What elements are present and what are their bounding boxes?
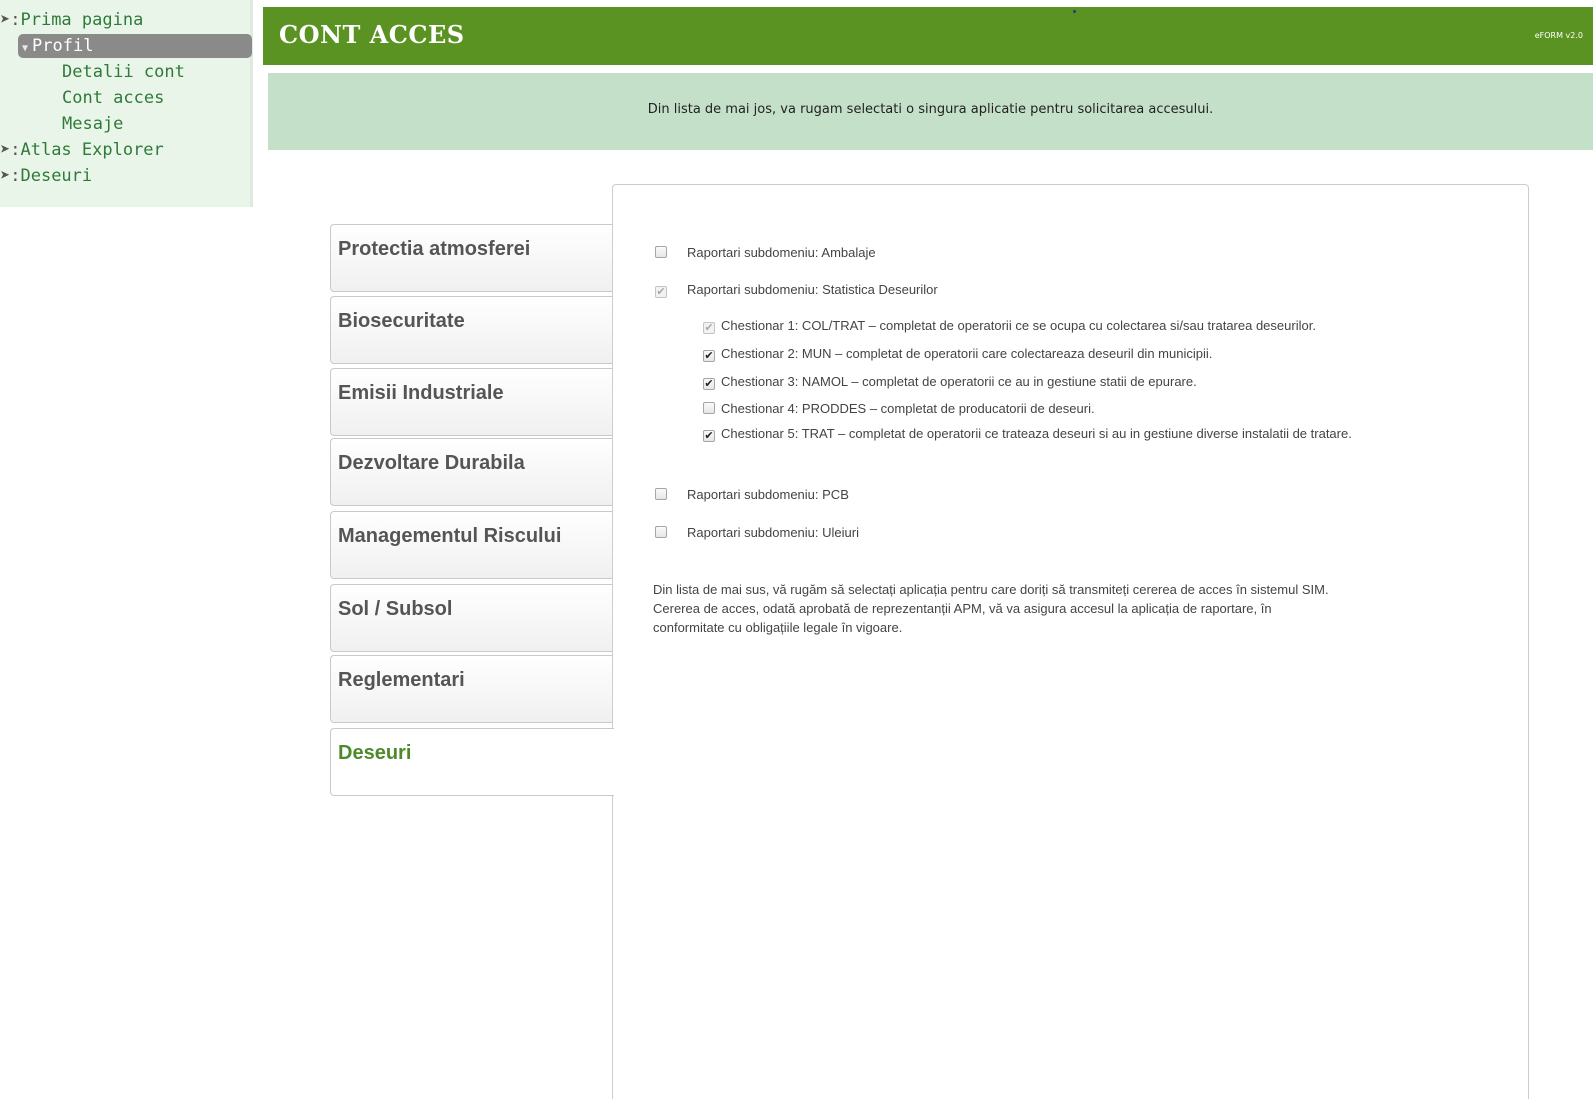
instruction-banner: Din lista de mai jos, va rugam selectati… [268,73,1593,150]
checkbox[interactable] [655,488,667,500]
checkbox-checked[interactable]: ✔ [655,286,667,298]
nav-arrow-icon: ➤: [0,10,21,30]
note-line: Din lista de mai sus, vă rugăm să select… [653,582,1329,597]
tab-reglementari[interactable]: Reglementari [330,655,613,723]
option-label: Raportari subdomeniu: Uleiuri [687,525,859,540]
nav-item-deseuri[interactable]: ➤:Deseuri [0,164,92,188]
nav-item-mesaje[interactable]: Mesaje [62,112,123,136]
tab-managementul-riscului[interactable]: Managementul Riscului [330,511,613,579]
left-navigation: ➤:Prima pagina ▼ Profil Detalii cont Cont… [0,0,253,207]
checkbox-checked[interactable]: ✔ [703,378,715,390]
nav-item-cont-acces[interactable]: Cont acces [62,86,164,110]
option-label: Raportari subdomeniu: Ambalaje [687,245,876,260]
nav-item-atlas-explorer[interactable]: ➤:Atlas Explorer [0,138,164,162]
tab-sol-subsol[interactable]: Sol / Subsol [330,584,613,652]
checkbox[interactable] [703,402,715,414]
page-title: CONT ACCES [279,20,465,49]
instruction-text: Din lista de mai jos, va rugam selectati… [647,102,1214,117]
sub-option-chestionar-3[interactable]: ✔ Chestionar 3: NAMOL – completat de oper… [703,374,1197,390]
nav-arrow-icon: ➤: [0,166,21,186]
checkbox-checked[interactable]: ✔ [703,350,715,362]
nav-item-profil[interactable]: ▼ Profil [18,34,252,58]
checkbox-checked[interactable]: ✔ [703,322,715,334]
app-version: eFORM v2.0 [1534,31,1583,40]
option-pcb[interactable]: Raportari subdomeniu: PCB [655,487,849,502]
tab-dezvoltare-durabila[interactable]: Dezvoltare Durabila [330,438,613,506]
checkbox[interactable] [655,526,667,538]
content-panel: Raportari subdomeniu: Ambalaje ✔ Raportar… [612,184,1529,1099]
note-line: Cererea de acces, odată aprobată de repr… [653,601,1272,616]
nav-item-label: Prima pagina [20,10,144,30]
option-statistica-deseurilor[interactable]: ✔ Raportari subdomeniu: Statistica Deseur… [655,282,938,298]
nav-arrow-icon: ➤: [0,140,21,160]
option-uleiuri[interactable]: Raportari subdomeniu: Uleiuri [655,525,859,540]
nav-item-label: Profil [32,36,94,56]
tab-deseuri[interactable]: Deseuri [330,728,614,796]
note-line: conformitate cu obligațiile legale în vi… [653,620,903,635]
nav-item-detalii-cont[interactable]: Detalii cont [62,60,185,84]
nav-item-label: Atlas Explorer [20,140,164,160]
page-header: CONT ACCES eFORM v2.0 [263,7,1593,65]
option-label: Chestionar 2: MUN – completat de operato… [721,346,1213,361]
option-label: Chestionar 3: NAMOL – completat de opera… [721,374,1197,389]
caret-down-icon: ▼ [22,43,29,54]
sub-option-chestionar-1[interactable]: ✔ Chestionar 1: COL/TRAT – completat de o… [703,318,1316,334]
option-label: Chestionar 1: COL/TRAT – completat de op… [721,318,1316,333]
option-label: Raportari subdomeniu: PCB [687,487,849,502]
sub-option-chestionar-5[interactable]: ✔ Chestionar 5: TRAT – completat de opera… [703,423,1463,445]
sub-option-chestionar-4[interactable]: Chestionar 4: PRODDES – completat de pro… [703,401,1095,416]
nav-item-prima-pagina[interactable]: ➤:Prima pagina [0,8,143,32]
header-dot [1073,10,1076,13]
sub-option-chestionar-2[interactable]: ✔ Chestionar 2: MUN – completat de operat… [703,346,1212,362]
tab-protectia-atmosferei[interactable]: Protectia atmosferei [330,224,613,292]
option-label: Chestionar 5: TRAT – completat de operat… [721,426,1352,441]
tab-biosecuritate[interactable]: Biosecuritate [330,296,613,364]
checkbox[interactable] [655,246,667,258]
tab-emisii-industriale[interactable]: Emisii Industriale [330,368,613,436]
option-label: Chestionar 4: PRODDES – completat de pro… [721,401,1095,416]
option-label: Raportari subdomeniu: Statistica Deseuri… [687,282,938,297]
access-note: Din lista de mai sus, vă rugăm să select… [653,580,1493,637]
option-ambalaje[interactable]: Raportari subdomeniu: Ambalaje [655,245,876,260]
checkbox-checked[interactable]: ✔ [703,430,715,442]
nav-item-label: Deseuri [20,166,93,186]
